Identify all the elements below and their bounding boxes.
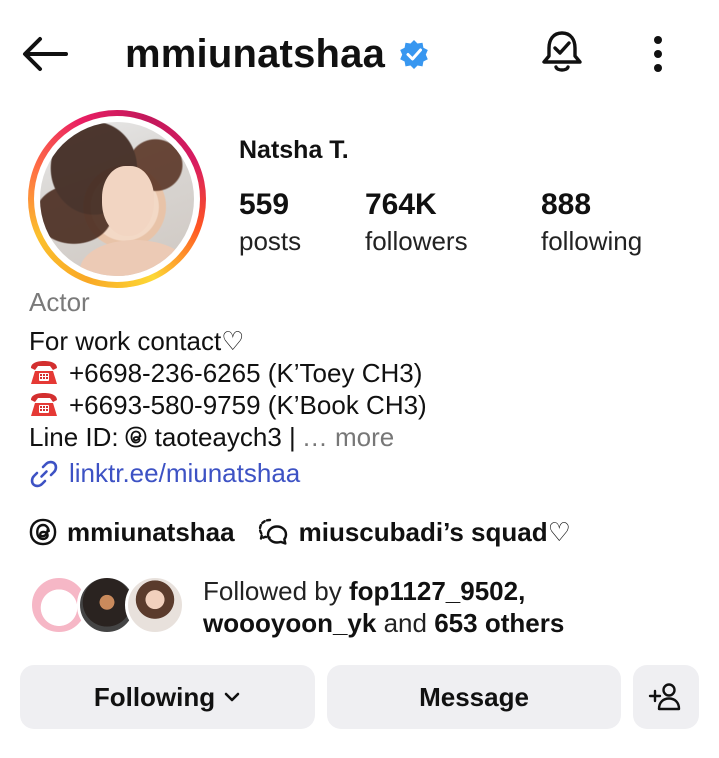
- arrow-left-icon: [23, 37, 68, 71]
- followers-stat[interactable]: 764K followers: [365, 186, 468, 258]
- link-icon: [30, 460, 58, 487]
- profile-chips: mmiunatshaa miuscubadi’s squad♡: [29, 514, 593, 550]
- posts-count: 559: [239, 188, 290, 221]
- notification-bell-button[interactable]: [536, 26, 588, 78]
- add-user-icon: [648, 683, 681, 711]
- profile-link[interactable]: linktr.ee/miunatshaa: [29, 458, 300, 489]
- channel-name: miuscubadi’s squad♡: [298, 516, 571, 547]
- chat-bubbles-icon: [258, 518, 287, 545]
- profile-link-text[interactable]: linktr.ee/miunatshaa: [69, 458, 300, 489]
- following-button-label: Following: [93, 681, 216, 712]
- threads-icon: [29, 518, 57, 546]
- bio-phone-line: +6693-580-9759 (K’Book CH3): [29, 389, 427, 421]
- posts-stat[interactable]: 559 posts: [239, 186, 301, 258]
- bio-line-id-label: Line ID:: [29, 422, 119, 452]
- telephone-icon: [29, 360, 59, 386]
- message-button[interactable]: Message: [327, 665, 621, 729]
- mutual-user-2: woooyoon_yk: [203, 608, 377, 638]
- threads-profile-chip[interactable]: mmiunatshaa: [29, 517, 235, 548]
- mutual-followers-text: Followed by fop1127_9502, woooyoon_yk an…: [203, 576, 565, 638]
- bio-phone-2[interactable]: +6693-580-9759 (K’Book CH3): [69, 389, 427, 421]
- profile-avatar-story-ring[interactable]: [28, 110, 206, 288]
- followers-count: 764K: [365, 188, 437, 221]
- chevron-down-icon: [224, 692, 240, 702]
- message-button-label: Message: [419, 681, 529, 712]
- following-stat[interactable]: 888 following: [541, 186, 642, 258]
- following-button[interactable]: Following: [20, 665, 315, 729]
- broadcast-channel-chip[interactable]: miuscubadi’s squad♡: [257, 517, 571, 548]
- following-label: following: [541, 226, 643, 256]
- bio-phone-line: +6698-236-6265 (K’Toey CH3): [29, 357, 427, 389]
- posts-label: posts: [239, 226, 302, 256]
- mutual-follower-avatar: [125, 575, 185, 635]
- more-vertical-icon: [654, 36, 662, 72]
- avatar: [40, 122, 194, 276]
- bio-line-id: Line ID: taoteaych3 | … more: [29, 421, 427, 453]
- followers-label: followers: [365, 226, 468, 256]
- following-count: 888: [541, 188, 592, 221]
- username-title: mmiunatshaa: [125, 26, 429, 82]
- threads-handle: mmiunatshaa: [67, 516, 235, 547]
- verified-badge-icon: [399, 39, 429, 69]
- bio-more-link[interactable]: … more: [302, 421, 394, 453]
- profile-bio: For work contact♡ +6698-236-6265 (K’Toey…: [29, 325, 427, 453]
- suggested-people-button[interactable]: [633, 665, 699, 729]
- mutual-others-count: 653 others: [434, 608, 565, 638]
- back-button[interactable]: [18, 28, 70, 80]
- bio-line: For work contact♡: [29, 326, 245, 356]
- profile-actions: Following Message: [20, 665, 699, 729]
- header-username: mmiunatshaa: [125, 31, 386, 76]
- profile-category: Actor: [29, 287, 90, 317]
- threads-icon: [125, 426, 147, 448]
- display-name: Natsha T.: [239, 136, 349, 164]
- telephone-icon: [29, 392, 59, 418]
- bio-line-id-handle: taoteaych3 |: [154, 422, 296, 452]
- mutual-followers[interactable]: Followed by fop1127_9502, woooyoon_yk an…: [29, 575, 699, 639]
- bio-phone-1[interactable]: +6698-236-6265 (K’Toey CH3): [69, 357, 422, 389]
- bell-check-icon: [542, 31, 582, 72]
- more-options-button[interactable]: [636, 28, 680, 80]
- profile-header: mmiunatshaa: [0, 0, 719, 105]
- mutual-user-1: fop1127_9502,: [348, 576, 526, 606]
